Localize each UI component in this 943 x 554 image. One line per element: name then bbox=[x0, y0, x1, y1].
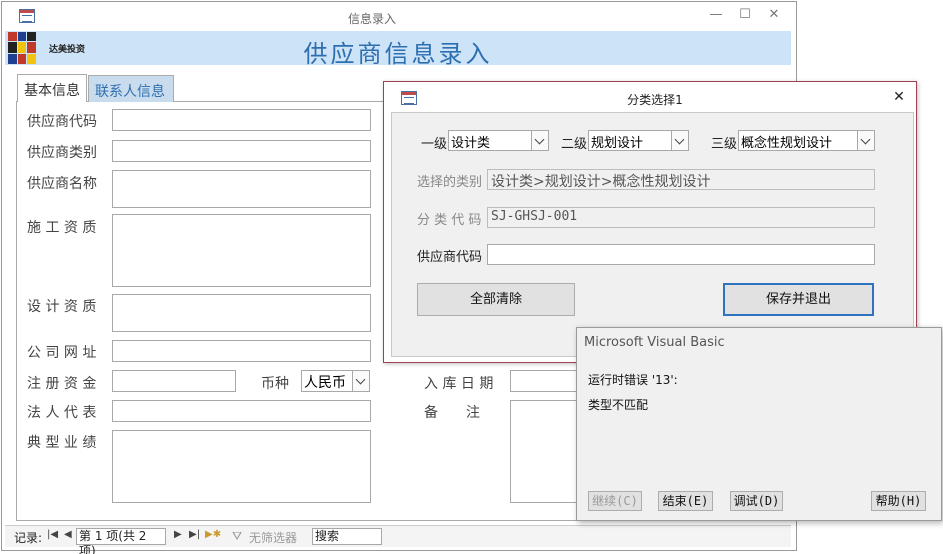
last-record-icon[interactable]: ▶| bbox=[189, 529, 200, 540]
supplier-category-input[interactable] bbox=[112, 140, 371, 162]
continue-button: 继续(C) bbox=[588, 491, 642, 511]
currency-value: 人民币 bbox=[304, 375, 346, 391]
level2-select[interactable]: 规划设计 bbox=[588, 130, 689, 151]
registered-capital-label: 注 册 资 金 bbox=[27, 376, 97, 392]
category-code-field: SJ-GHSJ-001 bbox=[487, 207, 875, 228]
prev-record-icon[interactable]: ◀ bbox=[64, 529, 72, 540]
supplier-name-input[interactable] bbox=[112, 170, 371, 208]
maximize-icon[interactable]: ☐ bbox=[730, 7, 760, 22]
new-record-icon[interactable]: ▶✱ bbox=[205, 529, 221, 540]
level3-value: 概念性规划设计 bbox=[741, 136, 833, 151]
entry-date-label: 入 库 日 期 bbox=[424, 376, 494, 392]
category-dialog-title: 分类选择1 bbox=[627, 93, 683, 107]
level1-label: 一级 bbox=[421, 137, 448, 152]
registered-capital-input[interactable] bbox=[112, 370, 236, 392]
tab-contact-info[interactable]: 联系人信息 bbox=[88, 75, 174, 102]
remarks-input[interactable] bbox=[510, 400, 580, 503]
dialog-supplier-code-label: 供应商代码 bbox=[417, 250, 483, 265]
legal-rep-input[interactable] bbox=[112, 400, 371, 422]
close-icon[interactable]: ✕ bbox=[884, 89, 914, 105]
chevron-down-icon[interactable] bbox=[531, 131, 548, 150]
vb-error-line1: 运行时错误 '13': bbox=[588, 373, 678, 387]
chevron-down-icon[interactable] bbox=[671, 131, 688, 150]
typical-projects-input[interactable] bbox=[112, 430, 371, 503]
currency-label: 币种 bbox=[261, 376, 289, 392]
first-record-icon[interactable]: |◀ bbox=[47, 529, 58, 540]
selected-category-label: 选择的类别 bbox=[417, 175, 483, 190]
entry-date-input[interactable] bbox=[510, 370, 580, 392]
construction-qualification-label: 施 工 资 质 bbox=[27, 220, 97, 236]
legal-rep-label: 法 人 代 表 bbox=[27, 405, 97, 421]
level2-label: 二级 bbox=[561, 137, 588, 152]
dialog-app-icon bbox=[401, 91, 417, 105]
save-exit-button[interactable]: 保存并退出 bbox=[723, 283, 874, 316]
level1-select[interactable]: 设计类 bbox=[448, 130, 549, 151]
selected-category-field: 设计类>规划设计>概念性规划设计 bbox=[487, 169, 875, 190]
category-code-label: 分 类 代 码 bbox=[417, 213, 482, 228]
vb-error-title: Microsoft Visual Basic bbox=[584, 335, 725, 350]
design-qualification-input[interactable] bbox=[112, 294, 371, 332]
record-label: 记录: bbox=[14, 531, 43, 545]
tab-basic-info[interactable]: 基本信息 bbox=[17, 74, 87, 102]
filter-icon[interactable]: ⛛ bbox=[232, 529, 242, 544]
close-icon[interactable]: ✕ bbox=[759, 7, 789, 22]
record-position-input[interactable]: 第 1 项(共 2 项) bbox=[76, 528, 166, 554]
supplier-code-label: 供应商代码 bbox=[27, 114, 97, 130]
help-button[interactable]: 帮助(H) bbox=[871, 491, 926, 511]
supplier-name-label: 供应商名称 bbox=[27, 176, 97, 192]
remarks-label: 备 注 bbox=[424, 405, 480, 421]
minimize-icon[interactable]: — bbox=[701, 7, 731, 22]
level1-value: 设计类 bbox=[451, 136, 491, 151]
chevron-down-icon[interactable] bbox=[857, 131, 874, 150]
debug-button[interactable]: 调试(D) bbox=[730, 491, 783, 511]
website-input[interactable] bbox=[112, 340, 371, 362]
level2-value: 规划设计 bbox=[591, 136, 644, 151]
website-label: 公 司 网 址 bbox=[27, 345, 97, 361]
supplier-code-input[interactable] bbox=[112, 109, 371, 131]
level3-select[interactable]: 概念性规划设计 bbox=[738, 130, 875, 151]
window-title: 信息录入 bbox=[347, 12, 396, 26]
vb-error-line2: 类型不匹配 bbox=[588, 398, 649, 412]
next-record-icon[interactable]: ▶ bbox=[174, 529, 182, 540]
form-title: 供应商信息录入 bbox=[303, 40, 493, 68]
end-button[interactable]: 结束(E) bbox=[658, 491, 713, 511]
supplier-category-label: 供应商类别 bbox=[27, 145, 97, 161]
typical-projects-label: 典 型 业 绩 bbox=[27, 435, 97, 451]
construction-qualification-input[interactable] bbox=[112, 214, 371, 287]
search-input[interactable]: 搜索 bbox=[312, 528, 382, 545]
level3-label: 三级 bbox=[711, 137, 738, 152]
currency-select[interactable]: 人民币 bbox=[301, 370, 370, 392]
design-qualification-label: 设 计 资 质 bbox=[27, 299, 97, 315]
filter-status[interactable]: 无筛选器 bbox=[249, 529, 297, 546]
app-icon bbox=[19, 9, 35, 23]
dialog-supplier-code-input[interactable] bbox=[487, 244, 875, 265]
clear-all-button[interactable]: 全部清除 bbox=[417, 283, 575, 316]
chevron-down-icon[interactable] bbox=[352, 371, 369, 391]
